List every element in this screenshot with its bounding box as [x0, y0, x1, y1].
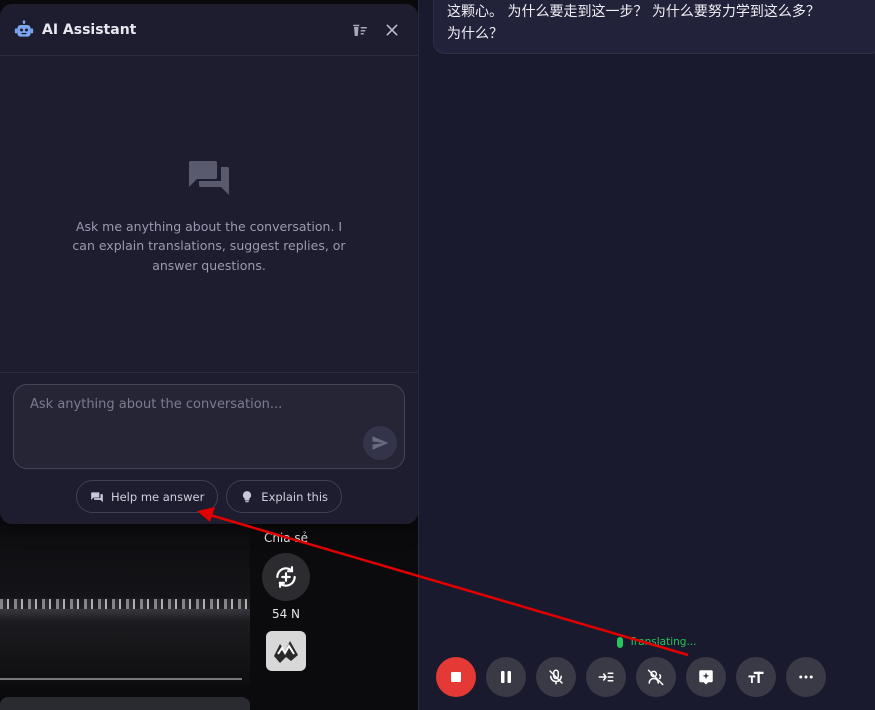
translation-status: Translating...: [617, 636, 696, 648]
insert-button[interactable]: [586, 657, 626, 697]
share-label: Chia sẻ: [263, 531, 309, 545]
ai-empty-text: Ask me anything about the conversation. …: [72, 218, 346, 273]
status-text: Translating...: [629, 636, 697, 648]
video-bottom-card: [0, 697, 250, 710]
more-button[interactable]: [786, 657, 826, 697]
ai-input-area: Help me answer Explain this: [0, 372, 418, 524]
send-button[interactable]: [363, 426, 397, 460]
clear-history-button[interactable]: [348, 18, 372, 42]
video-side-actions: Chia sẻ 54 N: [252, 525, 320, 671]
more-horizontal-icon: [799, 675, 813, 679]
text-size-button[interactable]: [736, 657, 776, 697]
music-disc[interactable]: [266, 631, 306, 671]
share-button[interactable]: [262, 553, 310, 601]
insert-text-icon: [598, 672, 614, 682]
control-bar: [436, 657, 826, 697]
video-progress-bar[interactable]: [0, 678, 242, 680]
translation-panel: 这颗心。 为什么要走到这一步？ 为什么要努力学到这么多？ 为什么？ Transl…: [418, 0, 875, 710]
explain-this-button[interactable]: Explain this: [226, 480, 343, 513]
mic-off-icon: [549, 669, 563, 685]
stop-button[interactable]: [436, 657, 476, 697]
chat-bubbles-icon: [189, 160, 229, 195]
ai-sparkle-icon: [699, 670, 713, 685]
status-dot: [617, 636, 623, 648]
ask-input[interactable]: [30, 397, 350, 412]
ai-panel-header: AI Assistant: [0, 4, 418, 56]
mute-mic-button[interactable]: [536, 657, 576, 697]
help-me-answer-label: Help me answer: [110, 489, 205, 504]
close-icon: [386, 24, 398, 35]
clear-history-icon: [353, 24, 367, 36]
stop-icon: [451, 672, 461, 682]
voice-off-icon: [647, 669, 664, 686]
close-button[interactable]: [380, 18, 404, 42]
translated-message-text: 这颗心。 为什么要走到这一步？ 为什么要努力学到这么多？ 为什么？: [447, 4, 820, 42]
chat-icon: [91, 491, 103, 502]
voice-off-button[interactable]: [636, 657, 676, 697]
ask-box[interactable]: [13, 384, 405, 469]
ai-empty-state: Ask me anything about the conversation. …: [0, 56, 418, 372]
send-icon: [372, 436, 389, 450]
pause-button[interactable]: [486, 657, 526, 697]
ai-assistant-button[interactable]: [686, 657, 726, 697]
pause-icon: [501, 671, 511, 683]
explain-this-label: Explain this: [261, 489, 329, 504]
lightbulb-icon: [243, 490, 252, 502]
ai-assistant-panel: AI Assistant Ask me anything about the c…: [0, 4, 418, 524]
share-count: 54 N: [271, 607, 301, 621]
help-me-answer-button[interactable]: Help me answer: [75, 480, 219, 513]
translated-message: 这颗心。 为什么要走到这一步？ 为什么要努力学到这么多？ 为什么？: [433, 0, 875, 54]
text-size-icon: [748, 671, 764, 683]
video-frame[interactable]: [0, 525, 250, 685]
share-rotate-icon: [276, 566, 296, 588]
quick-actions: Help me answer Explain this: [0, 480, 418, 513]
music-disc-icon: [274, 641, 298, 663]
ai-panel-title: AI Assistant: [42, 21, 137, 38]
robot-icon: [14, 19, 34, 37]
